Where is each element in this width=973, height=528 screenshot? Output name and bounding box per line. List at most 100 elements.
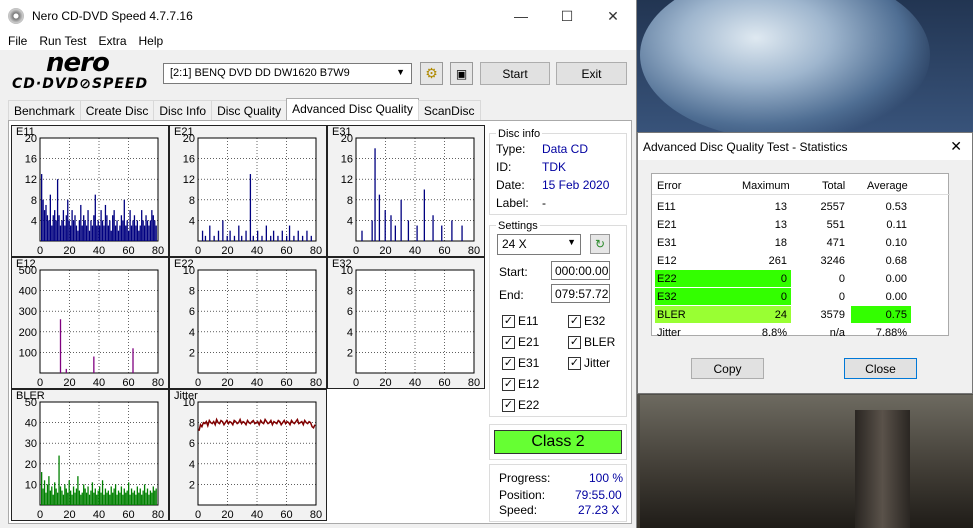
app-disc-icon: [8, 8, 24, 24]
data-bar: [91, 482, 94, 505]
drive-gear-icon: ⚙: [425, 65, 438, 81]
checkbox-e22[interactable]: ✓ E22: [502, 398, 539, 412]
end-position-input[interactable]: 079:57.72: [551, 284, 610, 303]
chart-e32: 10 8 6 4 2 0 20 40 60 80 E32: [327, 257, 485, 389]
chart-svg: 201612840 20 40 60 80: [183, 133, 322, 257]
data-bar: [461, 225, 463, 241]
y-tick-label: 40: [25, 418, 37, 430]
tab-create-disc[interactable]: Create Disc: [79, 100, 155, 120]
data-bar: [78, 490, 80, 505]
data-bar: [77, 230, 79, 241]
chart-e12: 500 400 300 200 100 0 20 40 60 80 E12: [11, 257, 169, 389]
x-tick-label: 20: [63, 509, 75, 521]
data-bar: [152, 215, 154, 241]
checkbox-e11[interactable]: ✓ E11: [502, 314, 538, 328]
data-bar: [146, 488, 149, 505]
table-row: E22 0 0 0.00: [652, 270, 950, 288]
chart-e21: 20 16 12 8 4 0 20 40 60 80 E21: [169, 125, 327, 257]
data-bar: [59, 319, 62, 373]
checkbox-e12[interactable]: ✓ E12: [502, 377, 539, 391]
cell-total: 3246: [820, 255, 845, 267]
cell-max: 261: [768, 255, 787, 267]
exit-button[interactable]: Exit: [556, 62, 627, 85]
x-tick-label: 20: [379, 377, 391, 389]
header-maximum: Maximum: [742, 180, 790, 192]
title-bar[interactable]: Nero CD-DVD Speed 4.7.7.16 — ☐ ✕: [0, 0, 636, 32]
data-bar: [133, 215, 136, 241]
table-row: E32 0 0 0.00: [652, 288, 950, 306]
speed-value: 24 X: [502, 237, 527, 251]
table-row: Jitter 8.8% n/a 7.88%: [652, 324, 950, 342]
x-tick-label: 0: [353, 245, 359, 257]
chart-e31: 20 16 12 8 4 0 20 40 60 80 E31: [327, 125, 485, 257]
menu-file[interactable]: File: [2, 34, 33, 48]
checkbox-bler[interactable]: ✓ BLER: [568, 335, 615, 349]
data-bar: [114, 484, 117, 505]
chart-bler: 50 40 30 20 10 0 20 40 60 80 BLER: [11, 389, 169, 521]
tab-scandisc[interactable]: ScanDisc: [417, 100, 481, 120]
tab-disc-quality[interactable]: Disc Quality: [211, 100, 288, 120]
y-tick-label: 8: [189, 286, 195, 298]
data-bar: [249, 174, 252, 241]
minimize-button[interactable]: —: [498, 8, 544, 25]
start-button[interactable]: Start: [480, 62, 550, 85]
menu-run-test[interactable]: Run Test: [33, 34, 92, 48]
y-tick-label: 4: [189, 459, 195, 471]
data-bar: [65, 215, 67, 241]
start-position-input[interactable]: 000:00.00: [551, 261, 610, 280]
data-bar: [59, 225, 62, 241]
data-bar: [416, 225, 418, 241]
chart-jitter: 10 8 6 4 2 0 20 40 60 80 Jitter: [169, 389, 327, 521]
y-tick-label: 8: [189, 418, 195, 430]
statistics-close-x-button[interactable]: ✕: [950, 138, 962, 155]
statistics-title-bar[interactable]: Advanced Disc Quality Test - Statistics …: [638, 133, 972, 160]
data-bar: [71, 494, 73, 505]
data-bar: [58, 215, 60, 241]
x-tick-label: 80: [310, 509, 322, 521]
tab-advanced-disc-quality[interactable]: Advanced Disc Quality: [286, 98, 419, 120]
close-button[interactable]: ✕: [590, 8, 636, 25]
data-bar: [84, 488, 86, 505]
checkbox-jitter[interactable]: ✓ Jitter: [568, 356, 610, 370]
table-row: E12 261 3246 0.68: [652, 252, 950, 270]
maximize-button[interactable]: ☐: [544, 8, 590, 25]
data-bar: [62, 210, 65, 241]
data-bar: [122, 220, 124, 241]
checkbox-e31[interactable]: ✓ E31: [502, 356, 539, 370]
data-bar: [128, 482, 130, 505]
cell-max: 0: [780, 273, 787, 285]
checkbox-jitter-label: Jitter: [584, 356, 611, 370]
chart-title: Jitter: [174, 390, 198, 402]
data-bar: [143, 225, 146, 241]
data-bar: [451, 220, 453, 241]
checkbox-e32[interactable]: ✓ E32: [568, 314, 605, 328]
data-bar: [93, 492, 95, 505]
menu-help[interactable]: Help: [133, 34, 170, 48]
drive-select[interactable]: [2:1] BENQ DVD DD DW1620 B7W9 ▼: [163, 63, 412, 84]
save-button[interactable]: ▣: [450, 62, 473, 85]
close-button[interactable]: Close: [844, 358, 917, 379]
data-bar: [125, 225, 127, 241]
data-bar: [222, 220, 224, 241]
y-tick-label: 12: [25, 174, 37, 186]
tab-benchmark[interactable]: Benchmark: [8, 100, 81, 120]
data-bar: [56, 492, 59, 505]
refresh-button[interactable]: ↻: [590, 234, 610, 254]
menu-extra[interactable]: Extra: [92, 34, 132, 48]
x-tick-label: 0: [37, 245, 43, 257]
disc-label-label: Label:: [496, 196, 529, 210]
data-bar: [148, 225, 150, 241]
data-bar: [117, 230, 120, 241]
data-bar: [64, 484, 66, 505]
progress-label: Progress:: [499, 471, 551, 485]
check-icon: ✓: [502, 314, 515, 328]
disc-id-value: TDK: [542, 160, 566, 174]
settings-title: Settings: [496, 220, 540, 232]
copy-button[interactable]: Copy: [691, 358, 764, 379]
cell-max: 8.8%: [761, 327, 787, 339]
tab-disc-info[interactable]: Disc Info: [153, 100, 213, 120]
drive-info-button[interactable]: ⚙: [420, 62, 443, 85]
checkbox-e21[interactable]: ✓ E21: [502, 335, 539, 349]
speed-select[interactable]: 24 X ▼: [497, 234, 581, 255]
data-bar: [233, 235, 236, 241]
